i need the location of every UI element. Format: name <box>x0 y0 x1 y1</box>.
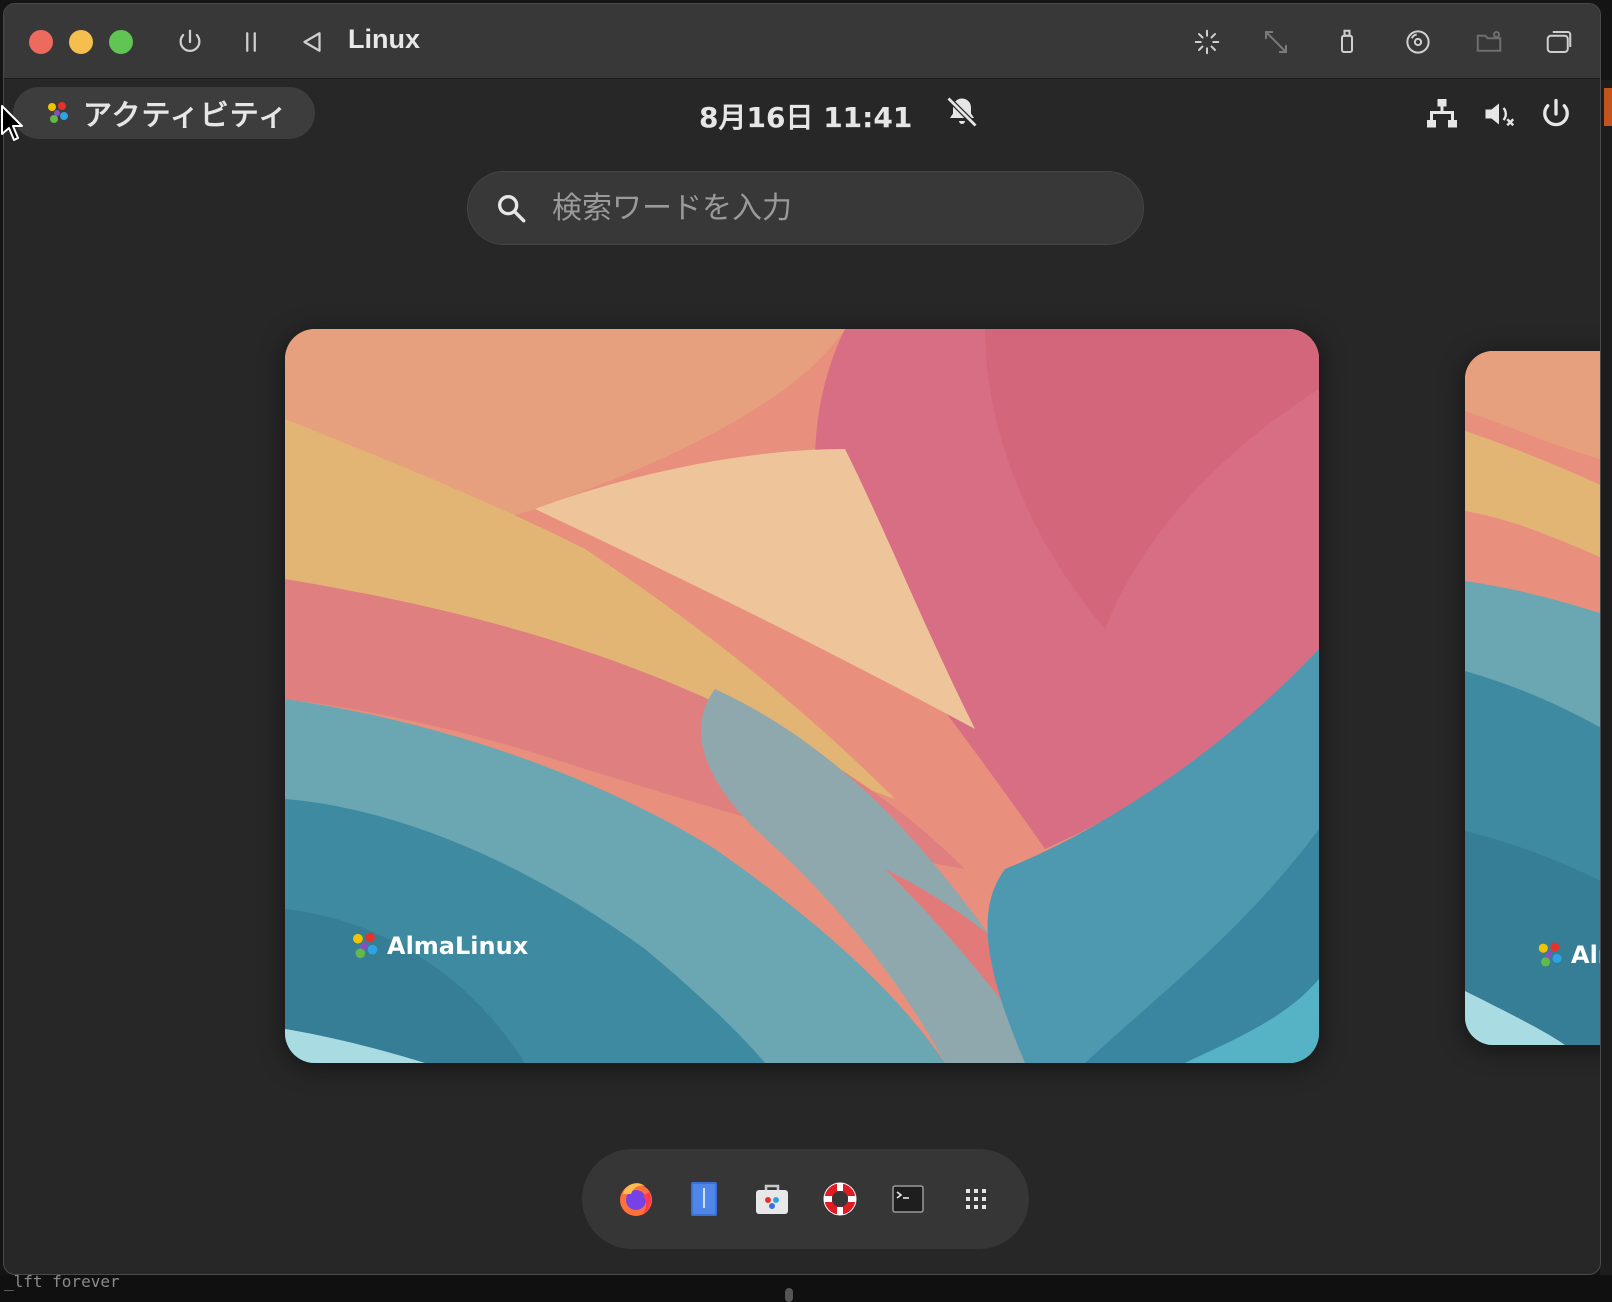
disc-icon[interactable] <box>1400 24 1436 60</box>
software-icon <box>755 1184 788 1214</box>
back-icon[interactable] <box>294 24 330 60</box>
dash-item-terminal[interactable] <box>887 1178 929 1220</box>
power-icon[interactable] <box>172 24 208 60</box>
text-editor-icon <box>690 1182 717 1216</box>
almalinux-watermark-next: Alm <box>1533 939 1600 971</box>
activities-button[interactable]: アクティビティ <box>13 87 315 139</box>
almalinux-logo-icon <box>353 932 378 959</box>
almalinux-logo-icon <box>48 102 68 123</box>
titlebar: Linux <box>4 4 1600 79</box>
search-entry[interactable] <box>467 171 1144 245</box>
dash-item-show-apps[interactable] <box>955 1178 997 1220</box>
zoom-button[interactable] <box>109 30 133 54</box>
background-window-edge <box>1600 80 1612 1275</box>
close-button[interactable] <box>29 30 53 54</box>
clock[interactable]: 8月16日 11:41 <box>699 96 912 136</box>
almalinux-watermark: AlmaLinux <box>347 929 528 963</box>
fullscreen-icon[interactable] <box>1258 24 1294 60</box>
workspace-thumbnail-next[interactable]: Alm <box>1465 351 1600 1045</box>
help-icon <box>823 1182 856 1216</box>
window-title: Linux <box>348 24 420 54</box>
volume-muted-icon[interactable] <box>1481 96 1517 132</box>
notifications-off-icon[interactable] <box>944 94 980 130</box>
almalinux-logo-icon <box>1538 942 1562 967</box>
almalinux-text: AlmaLinux <box>387 932 529 960</box>
search-icon <box>497 194 526 223</box>
pause-icon[interactable] <box>233 24 269 60</box>
minimize-button[interactable] <box>69 30 93 54</box>
vm-window: Linux アクティビティ 8月16日 11:41 検索ワードを入力 AlmaL… <box>3 3 1601 1275</box>
capture-input-icon[interactable] <box>1189 24 1225 60</box>
background-accent <box>1604 88 1612 126</box>
background-terminal <box>0 1275 1612 1302</box>
app-grid-icon <box>965 1189 986 1209</box>
dash-item-text-editor[interactable] <box>683 1178 725 1220</box>
dash-item-firefox[interactable] <box>615 1178 657 1220</box>
activities-label: アクティビティ <box>83 98 289 132</box>
mouse-cursor-icon <box>1 105 23 141</box>
almalinux-text-partial: Alm <box>1571 941 1600 969</box>
resize-handle[interactable] <box>785 1288 793 1302</box>
window-mode-icon[interactable] <box>1541 24 1577 60</box>
gnome-top-bar: アクティビティ 8月16日 11:41 <box>4 80 1600 146</box>
dash-item-software[interactable] <box>751 1178 793 1220</box>
dash <box>582 1149 1029 1249</box>
search-input[interactable] <box>550 189 1114 227</box>
firefox-icon <box>619 1183 652 1216</box>
terminal-icon <box>891 1185 924 1213</box>
usb-icon[interactable] <box>1329 24 1365 60</box>
dash-item-help[interactable] <box>819 1178 861 1220</box>
workspace-thumbnail-current[interactable]: AlmaLinux <box>285 329 1319 1063</box>
shared-folder-icon[interactable] <box>1471 24 1507 60</box>
network-wired-icon[interactable] <box>1424 96 1460 132</box>
system-power-icon[interactable] <box>1538 96 1574 132</box>
